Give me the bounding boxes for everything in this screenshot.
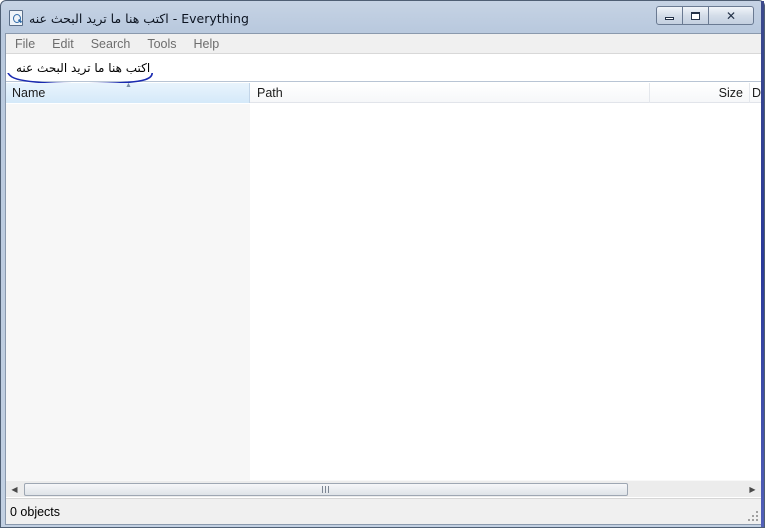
column-name[interactable]: ▲ Name bbox=[6, 82, 250, 103]
minimize-icon bbox=[665, 17, 674, 20]
column-path-label: Path bbox=[257, 86, 283, 100]
results-list[interactable] bbox=[6, 104, 761, 480]
column-date-modified[interactable]: D bbox=[750, 83, 763, 103]
client-area: File Edit Search Tools Help ▲ Name Path … bbox=[5, 33, 762, 525]
menu-tools[interactable]: Tools bbox=[138, 34, 184, 54]
everything-app-icon[interactable] bbox=[9, 10, 23, 26]
scrollbar-thumb[interactable] bbox=[24, 483, 628, 496]
close-button[interactable]: ✕ bbox=[709, 6, 754, 25]
results-name-column bbox=[6, 104, 250, 480]
sort-ascending-icon: ▲ bbox=[125, 82, 132, 89]
window-frame: اكتب هنا ما تريد البحث عنه - Everything … bbox=[0, 0, 765, 528]
maximize-button[interactable] bbox=[683, 6, 709, 25]
menu-file[interactable]: File bbox=[6, 34, 43, 54]
column-size[interactable]: Size bbox=[650, 83, 750, 103]
column-header: ▲ Name Path Size D bbox=[6, 82, 763, 103]
minimize-button[interactable] bbox=[656, 6, 683, 25]
menu-search[interactable]: Search bbox=[82, 34, 139, 54]
close-icon: ✕ bbox=[725, 8, 737, 23]
column-size-label: Size bbox=[718, 86, 743, 100]
scroll-right-arrow-icon[interactable]: ▶ bbox=[744, 481, 761, 498]
title-bar[interactable]: اكتب هنا ما تريد البحث عنه - Everything … bbox=[2, 2, 760, 33]
status-text: 0 objects bbox=[10, 505, 61, 519]
scroll-left-arrow-icon[interactable]: ◀ bbox=[6, 481, 23, 498]
maximize-icon bbox=[691, 11, 700, 20]
search-input[interactable] bbox=[7, 57, 760, 79]
column-name-label: Name bbox=[12, 86, 46, 100]
status-bar: 0 objects bbox=[6, 498, 761, 524]
column-path[interactable]: Path bbox=[250, 83, 650, 103]
window-title: اكتب هنا ما تريد البحث عنه - Everything bbox=[29, 11, 249, 26]
search-bar bbox=[6, 55, 761, 85]
menu-help[interactable]: Help bbox=[185, 34, 228, 54]
column-date-label: D bbox=[752, 86, 762, 100]
scrollbar-grip-icon bbox=[322, 486, 330, 493]
resize-grip-icon[interactable] bbox=[747, 510, 759, 522]
menu-edit[interactable]: Edit bbox=[43, 34, 82, 54]
window-controls: ✕ bbox=[656, 6, 754, 25]
menu-bar: File Edit Search Tools Help bbox=[6, 34, 761, 54]
horizontal-scrollbar[interactable]: ◀ ▶ bbox=[6, 480, 761, 497]
